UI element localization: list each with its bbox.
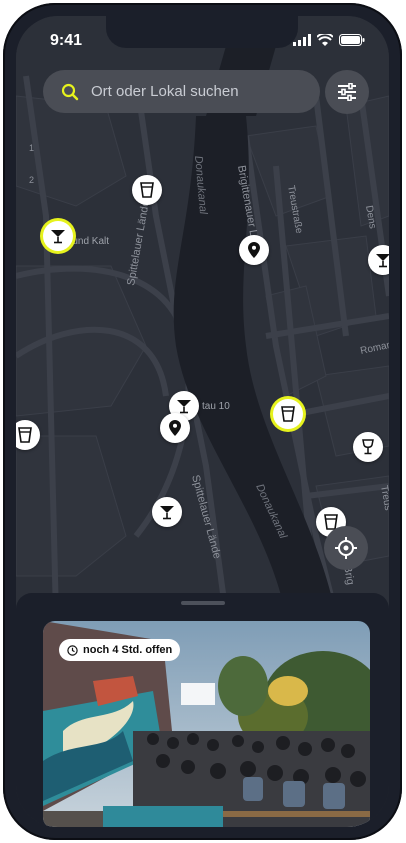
status-icons bbox=[293, 34, 365, 46]
filter-button[interactable] bbox=[325, 70, 369, 114]
signal-icon bbox=[293, 34, 311, 46]
cocktail-pin[interactable] bbox=[152, 497, 182, 527]
phone-frame: Spittelauer Lände Spittelauer Lände Dona… bbox=[3, 3, 402, 840]
opening-hours-badge: noch 4 Std. offen bbox=[59, 639, 181, 661]
map-marker-icon bbox=[248, 242, 260, 258]
cup-pin-active[interactable] bbox=[273, 399, 303, 429]
cocktail-pin-active[interactable] bbox=[43, 221, 73, 251]
notch bbox=[106, 16, 298, 48]
cup-pin[interactable] bbox=[132, 175, 162, 205]
venue-card[interactable]: noch 4 Std. offen bbox=[43, 621, 370, 827]
location-pin[interactable] bbox=[239, 235, 269, 265]
cup-icon bbox=[140, 182, 154, 198]
locate-me-button[interactable] bbox=[324, 526, 368, 570]
search-bar[interactable]: Ort oder Lokal suchen bbox=[43, 70, 320, 113]
cocktail-icon bbox=[376, 254, 389, 268]
map-label-place-2: tau 10 bbox=[202, 401, 230, 412]
wine-glass-pin[interactable] bbox=[353, 432, 383, 462]
clock-icon bbox=[67, 644, 78, 656]
search-input[interactable]: Ort oder Lokal suchen bbox=[91, 83, 239, 100]
cup-icon bbox=[281, 406, 295, 422]
map-label-number-2: 2 bbox=[29, 175, 34, 185]
wine-glass-icon bbox=[362, 439, 374, 455]
opening-hours-text: noch 4 Std. offen bbox=[83, 644, 173, 656]
cocktail-icon bbox=[160, 506, 174, 520]
crosshair-icon bbox=[335, 537, 357, 559]
wifi-icon bbox=[317, 34, 333, 46]
map-label-number-1: 1 bbox=[29, 143, 34, 153]
location-pin[interactable] bbox=[160, 413, 190, 443]
battery-icon bbox=[339, 34, 365, 46]
screen: Spittelauer Lände Spittelauer Lände Dona… bbox=[16, 16, 389, 827]
cocktail-icon bbox=[51, 230, 65, 244]
sliders-icon bbox=[338, 83, 356, 101]
search-icon bbox=[61, 83, 79, 100]
bottom-sheet[interactable]: noch 4 Std. offen bbox=[16, 593, 389, 827]
sheet-handle[interactable] bbox=[181, 601, 225, 605]
cup-icon bbox=[18, 427, 32, 443]
cocktail-icon bbox=[177, 400, 191, 414]
status-time: 9:41 bbox=[50, 32, 83, 49]
map-marker-icon bbox=[169, 420, 181, 436]
